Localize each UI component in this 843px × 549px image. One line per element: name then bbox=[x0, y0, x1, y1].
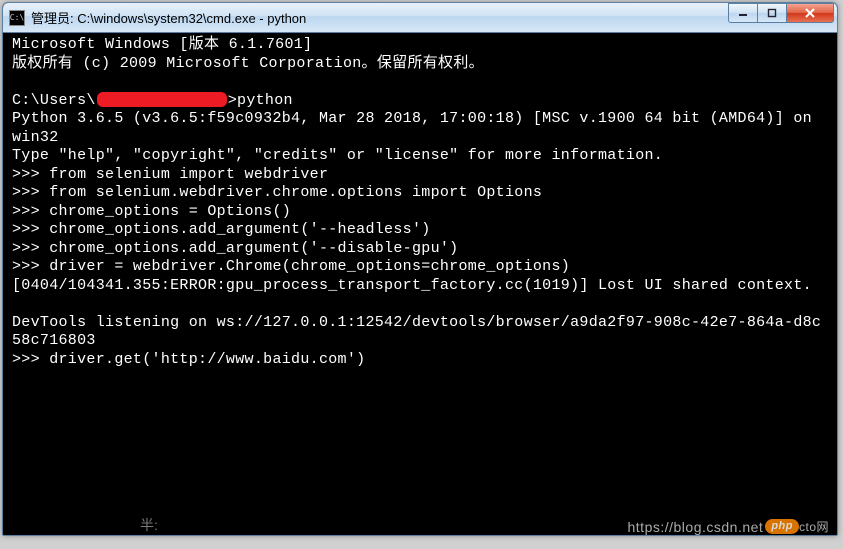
window-controls bbox=[729, 3, 834, 23]
terminal-line: >>> driver.get('http://www.baidu.com') bbox=[12, 351, 365, 368]
terminal-line: >>> chrome_options = Options() bbox=[12, 203, 291, 220]
terminal-line: >>> chrome_options.add_argument('--disab… bbox=[12, 240, 458, 257]
terminal-line: >>> from selenium.webdriver.chrome.optio… bbox=[12, 184, 542, 201]
window-title: 管理员: C:\windows\system32\cmd.exe - pytho… bbox=[31, 8, 729, 27]
terminal-line: 版权所有 (c) 2009 Microsoft Corporation。保留所有… bbox=[12, 55, 484, 72]
terminal-line: >>> from selenium import webdriver bbox=[12, 166, 328, 183]
terminal-line: >>> chrome_options.add_argument('--headl… bbox=[12, 221, 431, 238]
php-badge-icon: php bbox=[765, 519, 799, 534]
terminal-line: [0404/104341.355:ERROR:gpu_process_trans… bbox=[12, 277, 812, 294]
terminal-output[interactable]: Microsoft Windows [版本 6.1.7601] 版权所有 (c)… bbox=[10, 34, 830, 528]
titlebar[interactable]: C:\ 管理员: C:\windows\system32\cmd.exe - p… bbox=[3, 3, 837, 33]
close-button[interactable] bbox=[786, 3, 834, 23]
watermark-text-left: https://blog.csdn.net bbox=[628, 519, 764, 535]
maximize-button[interactable] bbox=[757, 3, 787, 23]
watermark: https://blog.csdn.net phpcto网 bbox=[628, 518, 830, 535]
watermark-text-right: cto网 bbox=[799, 518, 829, 535]
terminal-line: Python 3.6.5 (v3.6.5:f59c0932b4, Mar 28 … bbox=[12, 110, 821, 146]
terminal-line: >>> driver = webdriver.Chrome(chrome_opt… bbox=[12, 258, 570, 275]
cmd-window: C:\ 管理员: C:\windows\system32\cmd.exe - p… bbox=[2, 2, 838, 536]
footer-label: 半: bbox=[140, 515, 158, 535]
minimize-button[interactable] bbox=[728, 3, 758, 23]
app-icon: C:\ bbox=[9, 10, 25, 26]
terminal-line: DevTools listening on ws://127.0.0.1:125… bbox=[12, 314, 821, 350]
terminal-line: C:\Users\>python bbox=[12, 92, 293, 109]
terminal-line: Microsoft Windows [版本 6.1.7601] bbox=[12, 36, 312, 53]
terminal-line: Type "help", "copyright", "credits" or "… bbox=[12, 147, 663, 164]
redacted-username bbox=[97, 92, 227, 107]
